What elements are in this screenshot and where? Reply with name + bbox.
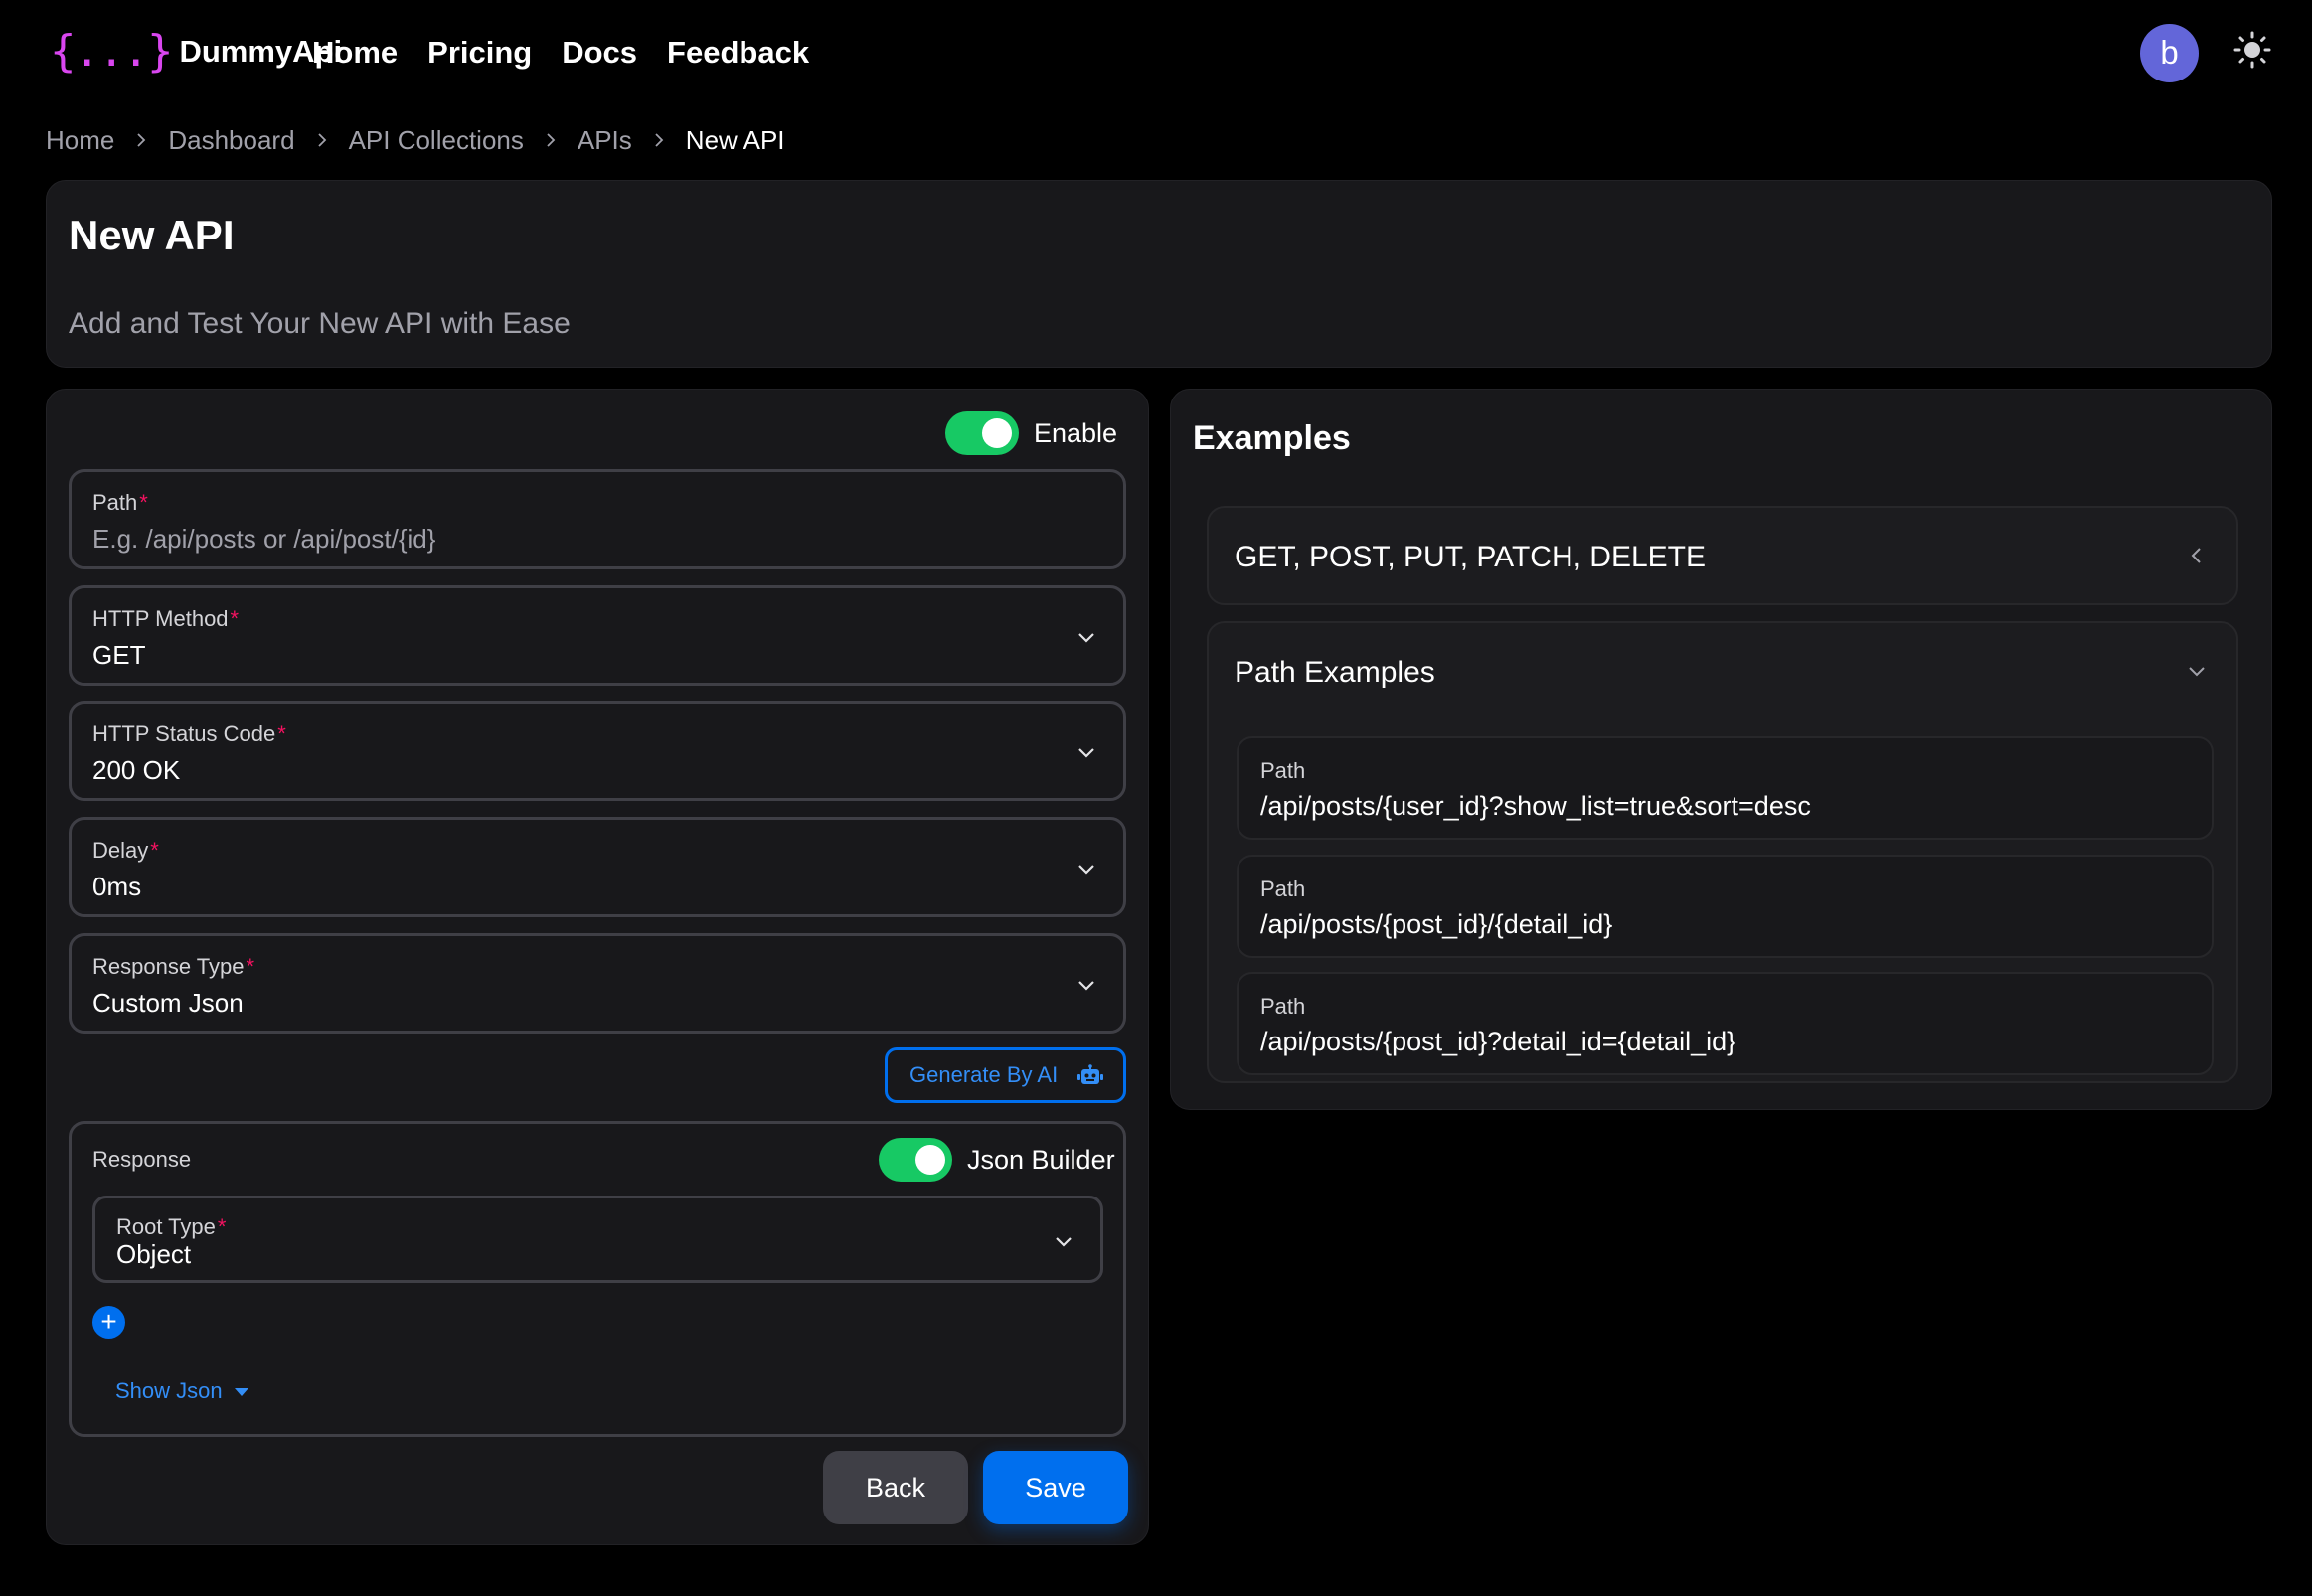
api-form: Enable Path* E.g. /api/posts or /api/pos…	[46, 389, 1149, 1545]
path-placeholder: E.g. /api/posts or /api/post/{id}	[92, 524, 436, 554]
examples-panel: Examples GET, POST, PUT, PATCH, DELETE P…	[1170, 389, 2272, 1110]
enable-toggle[interactable]	[945, 411, 1019, 455]
nav-link-home[interactable]: Home	[312, 30, 398, 76]
path-example-label: Path	[1260, 758, 1306, 783]
path-example-value: /api/posts/{user_id}?show_list=true&sort…	[1260, 791, 1811, 821]
path-example: Path /api/posts/{post_id}/{detail_id}	[1237, 855, 2214, 958]
response-section: Response Json Builder Root Type* Object …	[69, 1121, 1126, 1437]
nav-link-feedback[interactable]: Feedback	[667, 30, 809, 76]
http-status-label-text: HTTP Status Code	[92, 721, 276, 746]
chevron-right-icon	[317, 133, 326, 147]
response-type-label: Response Type*	[92, 952, 254, 982]
chevron-right-icon	[655, 133, 664, 147]
chevron-down-icon	[1078, 748, 1094, 758]
required-mark: *	[277, 721, 286, 746]
http-status-value: 200 OK	[92, 755, 181, 785]
page-header: New API Add and Test Your New API with E…	[46, 180, 2272, 368]
accordion-methods[interactable]: GET, POST, PUT, PATCH, DELETE	[1207, 506, 2238, 605]
caret-down-icon	[234, 1388, 248, 1397]
add-field-button[interactable]: +	[92, 1306, 125, 1339]
path-label-text: Path	[92, 490, 138, 515]
response-type-select[interactable]: Response Type* Custom Json	[69, 933, 1126, 1034]
required-mark: *	[150, 838, 159, 863]
toggle-knob	[915, 1145, 945, 1175]
breadcrumb: Home Dashboard API Collections APIs New …	[46, 121, 785, 159]
page-subtitle: Add and Test Your New API with Ease	[69, 307, 571, 340]
delay-select[interactable]: Delay* 0ms	[69, 817, 1126, 917]
breadcrumb-api-collections[interactable]: API Collections	[349, 121, 524, 159]
chevron-down-icon	[1078, 633, 1094, 643]
path-example: Path /api/posts/{post_id}?detail_id={det…	[1237, 972, 2214, 1075]
back-button[interactable]: Back	[823, 1451, 968, 1524]
http-method-label: HTTP Method*	[92, 604, 239, 634]
path-example-label: Path	[1260, 994, 1306, 1019]
http-method-select[interactable]: HTTP Method* GET	[69, 585, 1126, 686]
show-json-toggle[interactable]: Show Json	[115, 1376, 248, 1406]
required-mark: *	[246, 954, 255, 979]
toggle-knob	[982, 418, 1012, 448]
breadcrumb-home[interactable]: Home	[46, 121, 114, 159]
root-type-value: Object	[116, 1239, 192, 1269]
path-example-value: /api/posts/{post_id}?detail_id={detail_i…	[1260, 1027, 1736, 1056]
delay-value: 0ms	[92, 872, 142, 901]
chevron-right-icon	[547, 133, 556, 147]
breadcrumb-current: New API	[685, 125, 785, 155]
response-type-value: Custom Json	[92, 988, 244, 1018]
navbar: {...} DummyApi Home Pricing Docs Feedbac…	[0, 0, 2312, 105]
response-label: Response	[92, 1147, 192, 1172]
path-example-label: Path	[1260, 877, 1306, 901]
accordion-methods-heading[interactable]: GET, POST, PUT, PATCH, DELETE	[1235, 538, 1706, 577]
nav-link-docs[interactable]: Docs	[562, 30, 637, 76]
generate-by-ai-label: Generate By AI	[909, 1062, 1059, 1087]
json-builder-toggle[interactable]	[879, 1138, 952, 1182]
breadcrumb-apis[interactable]: APIs	[578, 121, 632, 159]
json-builder-label: Json Builder	[967, 1145, 1115, 1175]
logo-icon: {...}	[50, 26, 173, 77]
chevron-down-icon[interactable]	[2187, 661, 2207, 681]
http-method-value: GET	[92, 640, 146, 670]
avatar[interactable]: b	[2140, 24, 2199, 82]
chevron-down-icon	[1078, 981, 1094, 991]
breadcrumb-dashboard[interactable]: Dashboard	[168, 121, 294, 159]
chevron-down-icon	[1078, 865, 1094, 875]
logo[interactable]: {...} DummyApi	[50, 26, 342, 78]
chevron-down-icon	[1056, 1237, 1072, 1247]
chevron-right-icon	[137, 133, 146, 147]
required-mark: *	[217, 1214, 227, 1239]
accordion-path-heading[interactable]: Path Examples	[1235, 653, 1435, 693]
robot-icon	[1077, 1064, 1103, 1084]
sun-icon[interactable]	[2232, 30, 2272, 70]
root-type-select[interactable]: Root Type* Object	[92, 1196, 1103, 1283]
path-input[interactable]: Path* E.g. /api/posts or /api/post/{id}	[69, 469, 1126, 569]
enable-label: Enable	[1034, 418, 1118, 448]
page-title: New API	[69, 212, 235, 258]
path-example: Path /api/posts/{user_id}?show_list=true…	[1237, 736, 2214, 840]
delay-label: Delay*	[92, 836, 159, 866]
required-mark: *	[139, 490, 148, 515]
save-button[interactable]: Save	[983, 1451, 1128, 1524]
nav-links: Home Pricing Docs Feedback	[312, 30, 809, 76]
generate-by-ai-button[interactable]: Generate By AI	[885, 1047, 1126, 1103]
examples-title: Examples	[1193, 419, 1351, 457]
accordion-path-examples: Path Examples Path /api/posts/{user_id}?…	[1207, 621, 2238, 1083]
delay-label-text: Delay	[92, 838, 149, 863]
response-type-label-text: Response Type	[92, 954, 245, 979]
http-method-label-text: HTTP Method	[92, 606, 229, 631]
chevron-left-icon[interactable]	[2187, 546, 2207, 565]
path-label: Path*	[92, 488, 148, 518]
nav-link-pricing[interactable]: Pricing	[427, 30, 532, 76]
http-status-label: HTTP Status Code*	[92, 719, 286, 749]
http-status-select[interactable]: HTTP Status Code* 200 OK	[69, 701, 1126, 801]
path-example-value: /api/posts/{post_id}/{detail_id}	[1260, 909, 1613, 939]
required-mark: *	[230, 606, 240, 631]
show-json-label: Show Json	[115, 1378, 223, 1403]
